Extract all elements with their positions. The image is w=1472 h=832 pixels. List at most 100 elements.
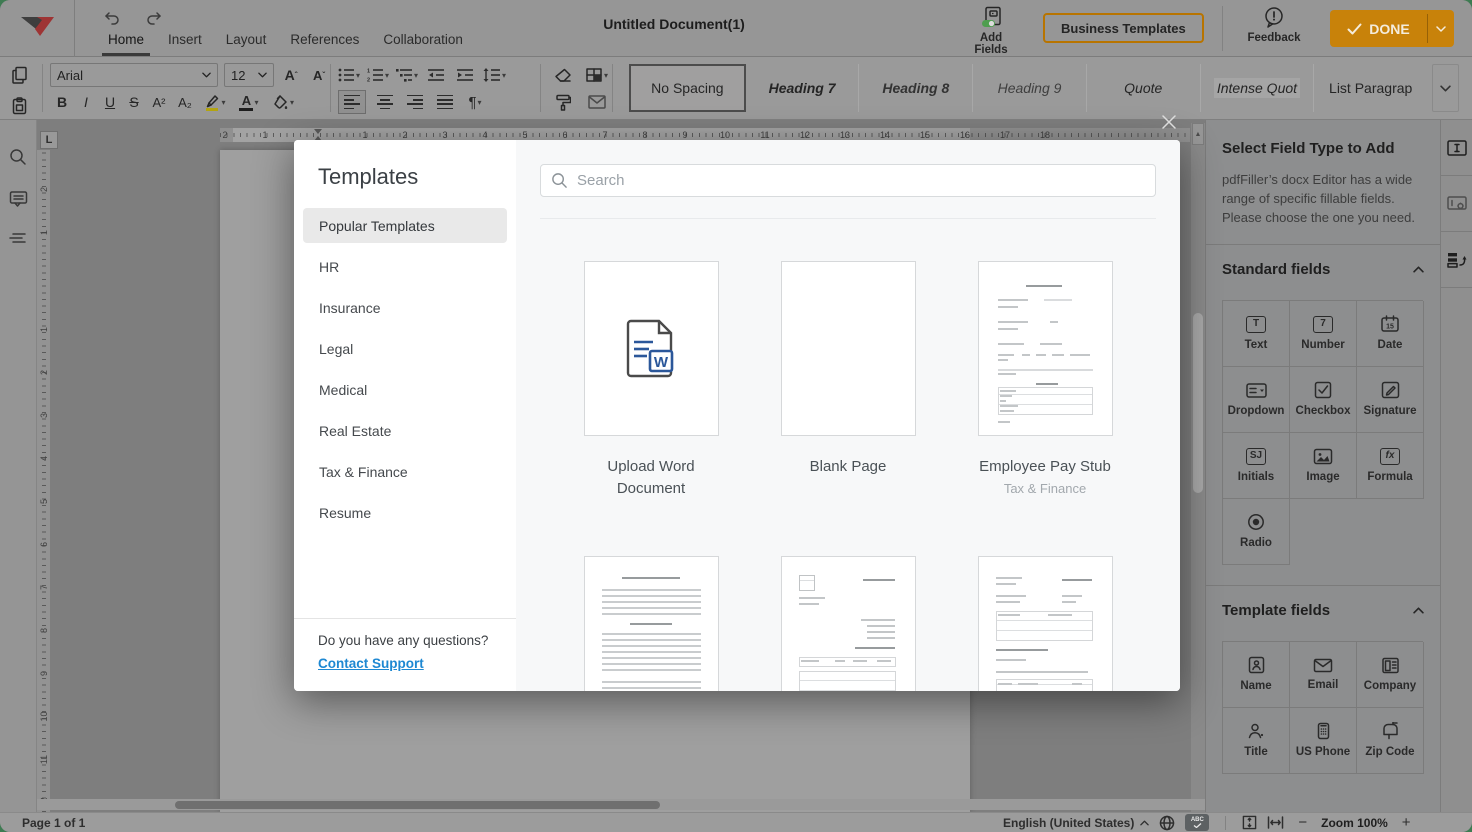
shrink-font-button[interactable]: Aˇ [308,63,330,87]
field-dropdown[interactable]: Dropdown [1223,367,1290,433]
fit-width-button[interactable] [1267,816,1284,829]
category-popular-templates[interactable]: Popular Templates [303,208,507,243]
font-family-select[interactable]: Arial [50,63,218,87]
underline-button[interactable]: U [98,90,122,114]
subscript-button[interactable]: A₂ [172,90,198,114]
align-right-button[interactable] [404,90,426,114]
done-dropdown-caret[interactable] [1428,10,1454,47]
multilevel-list-button[interactable]: ▾ [396,63,418,87]
category-real-estate[interactable]: Real Estate [303,413,507,448]
field-initials[interactable]: SJInitials [1223,433,1290,499]
field-us-phone[interactable]: US Phone [1290,708,1357,774]
align-justify-button[interactable] [434,90,456,114]
card-agreement-document[interactable] [576,556,726,692]
template-search-input[interactable] [540,164,1156,197]
font-size-select[interactable]: 12 [224,63,274,87]
bold-button[interactable]: B [50,90,74,114]
card-invoice-document-2[interactable] [970,556,1120,692]
reorder-fields-tool-button[interactable] [1441,232,1472,288]
category-legal[interactable]: Legal [303,331,507,366]
category-medical[interactable]: Medical [303,372,507,407]
field-email[interactable]: Email [1290,642,1357,708]
line-spacing-button[interactable]: ▾ [483,63,506,87]
scroll-up-arrow[interactable]: ▲ [1192,123,1204,145]
table-shading-button[interactable]: ▾ [586,63,608,87]
horizontal-scroll-thumb[interactable] [175,801,660,809]
style-list-paragraph[interactable]: List Paragrap [1314,64,1427,112]
field-company[interactable]: Company [1357,642,1424,708]
align-left-button[interactable] [338,90,366,114]
comments-button[interactable] [9,190,28,208]
vertical-scrollbar[interactable]: ▲ [1191,123,1205,812]
style-gallery-expand[interactable] [1432,64,1459,112]
strikethrough-button[interactable]: S [122,90,146,114]
field-formula[interactable]: fxFormula [1357,433,1424,499]
category-hr[interactable]: HR [303,249,507,284]
tab-stop-selector[interactable]: L [40,131,58,149]
style-heading-7[interactable]: Heading 7 [746,64,860,112]
tab-layout[interactable]: Layout [214,24,279,56]
card-employee-pay-stub[interactable]: Employee Pay Stub Tax & Finance [970,261,1120,500]
field-title[interactable]: Title [1223,708,1290,774]
zoom-in-button[interactable]: + [1398,814,1415,831]
category-tax-finance[interactable]: Tax & Finance [303,454,507,489]
card-invoice-document[interactable] [773,556,923,692]
field-zip-code[interactable]: Zip Code [1357,708,1424,774]
category-insurance[interactable]: Insurance [303,290,507,325]
numbered-list-button[interactable]: 12 ▾ [367,63,389,87]
contact-support-link[interactable]: Contact Support [318,656,424,671]
style-no-spacing[interactable]: No Spacing [629,64,746,112]
standard-fields-header[interactable]: Standard fields [1206,245,1440,292]
business-templates-button[interactable]: Business Templates [1043,13,1204,43]
highlight-color-button[interactable]: ▾ [198,90,232,114]
style-intense-quote[interactable]: Intense Quot [1201,64,1315,112]
field-signature[interactable]: Signature [1357,367,1424,433]
field-number[interactable]: 7Number [1290,301,1357,367]
italic-button[interactable]: I [74,90,98,114]
field-text[interactable]: TText [1223,301,1290,367]
vertical-scroll-thumb[interactable] [1193,313,1203,493]
fit-page-button[interactable] [1242,815,1257,830]
field-checkbox[interactable]: Checkbox [1290,367,1357,433]
language-selector[interactable]: English (United States) [1003,816,1149,830]
style-quote[interactable]: Quote [1087,64,1201,112]
bullet-list-button[interactable]: ▾ [338,63,360,87]
feedback-button[interactable]: Feedback [1243,6,1305,44]
category-resume[interactable]: Resume [303,495,507,530]
horizontal-scrollbar[interactable] [37,799,1205,810]
tab-references[interactable]: References [278,24,371,56]
add-fields-toggle[interactable]: Add Fields [962,6,1020,56]
shading-bucket-button[interactable]: ▾ [266,90,300,114]
tab-collaboration[interactable]: Collaboration [371,24,475,56]
grow-font-button[interactable]: Aˆ [280,63,302,87]
field-radio[interactable]: Radio [1223,499,1290,565]
tab-insert[interactable]: Insert [156,24,214,56]
format-painter-button[interactable] [552,90,574,114]
paste-button[interactable] [8,94,30,118]
mail-merge-button[interactable] [586,90,608,114]
field-image[interactable]: Image [1290,433,1357,499]
paragraph-marks-button[interactable]: ¶▾ [464,90,486,114]
decrease-indent-button[interactable] [425,63,447,87]
spellcheck-button[interactable]: ABC [1185,814,1209,831]
search-button[interactable] [9,148,27,166]
language-globe-button[interactable] [1159,815,1175,831]
zoom-out-button[interactable]: − [1294,814,1311,831]
text-field-tool-button[interactable] [1441,120,1472,176]
copy-button[interactable] [8,63,30,87]
card-blank-page[interactable]: Blank Page [773,261,923,500]
modal-close-button[interactable] [1159,110,1183,134]
field-settings-tool-button[interactable] [1441,176,1472,232]
app-logo[interactable] [0,0,75,57]
style-heading-8[interactable]: Heading 8 [859,64,973,112]
field-name[interactable]: Name [1223,642,1290,708]
outline-button[interactable] [9,232,27,246]
card-upload-word-document[interactable]: W Upload Word Document [576,261,726,500]
style-heading-9[interactable]: Heading 9 [973,64,1087,112]
align-center-button[interactable] [374,90,396,114]
clear-formatting-button[interactable] [552,63,574,87]
font-color-button[interactable]: A ▾ [232,90,266,114]
done-button[interactable]: DONE [1330,10,1454,47]
tab-home[interactable]: Home [96,24,156,56]
superscript-button[interactable]: A² [146,90,172,114]
